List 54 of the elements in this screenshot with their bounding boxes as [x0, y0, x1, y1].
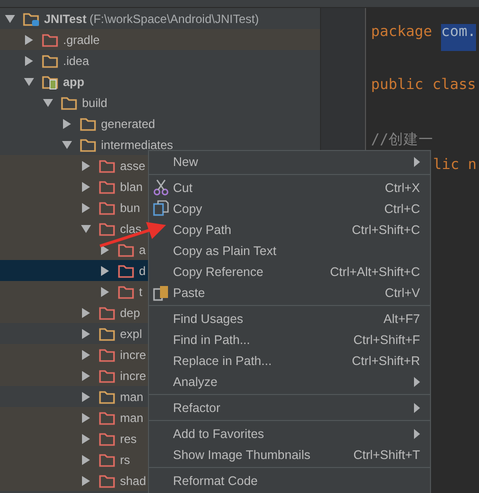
menu-label: Find Usages [173, 312, 244, 326]
shortcut-text: Ctrl+X [384, 180, 420, 194]
shortcut-text: Ctrl+Shift+F [353, 332, 420, 346]
code-text: com. [441, 24, 476, 50]
code-text: package [371, 24, 432, 42]
code-text: lic n [433, 156, 477, 174]
tree-label: generated [101, 116, 156, 130]
menu-label: New [173, 154, 200, 168]
menu-label: Cut [173, 180, 194, 194]
tree-label: incre [120, 368, 146, 382]
menu-label: Add to Favorites [173, 426, 266, 440]
menu-label: Find in Path... [173, 332, 252, 346]
tree-label: man [120, 390, 144, 404]
tree-label: blan [120, 180, 143, 194]
code-text: class [432, 77, 476, 95]
shortcut-text: Ctrl+Shift+R [352, 354, 420, 368]
shortcut-text: Ctrl+Shift+C [352, 222, 420, 236]
menu-label: Copy [173, 202, 204, 216]
tree-label: d [139, 264, 146, 278]
shortcut-text: Ctrl+V [384, 286, 420, 300]
code-comment: //创建一 [371, 131, 434, 150]
tree-label: clas [120, 222, 142, 236]
tree-label: rs [120, 452, 130, 466]
menu-label: Analyze [173, 374, 218, 388]
tree-label: .idea [63, 54, 90, 68]
tree-label: app [63, 74, 84, 88]
menu-label: Reformat Code [173, 474, 259, 488]
menu-label: Refactor [173, 400, 222, 414]
shortcut-text: Alt+F7 [384, 312, 420, 326]
menu-label: Copy as Plain Text [173, 244, 278, 258]
tree-label: res [120, 432, 137, 446]
shortcut-text: Ctrl+C [384, 202, 420, 216]
shortcut-text: Ctrl+Alt+Shift+C [330, 264, 420, 278]
menu-label: Copy Reference [173, 264, 264, 278]
tree-label: expl [120, 326, 142, 340]
tree-label: dep [120, 306, 140, 320]
shortcut-text: Ctrl+Shift+T [353, 448, 420, 462]
tree-label: intermediates [101, 138, 174, 152]
menu-label: Copy Path [173, 222, 232, 236]
project-path: (F:\workSpace\Android\JNITest) [89, 12, 259, 26]
tree-label: .gradle [63, 32, 100, 46]
tree-label: shad [120, 474, 146, 488]
menu-label: Replace in Path... [173, 354, 273, 368]
tree-label: man [120, 410, 144, 424]
tree-label: build [82, 96, 108, 110]
tree-label: a [139, 242, 146, 256]
code-text: public [371, 77, 424, 95]
tree-label: asse [120, 158, 146, 172]
tree-label: bun [120, 200, 140, 214]
menu-label: Paste [173, 286, 206, 300]
tree-label: incre [120, 348, 146, 362]
tree-label: t [139, 284, 142, 298]
tree-label: JNITest [44, 12, 86, 26]
menu-label: Show Image Thumbnails [173, 448, 312, 462]
